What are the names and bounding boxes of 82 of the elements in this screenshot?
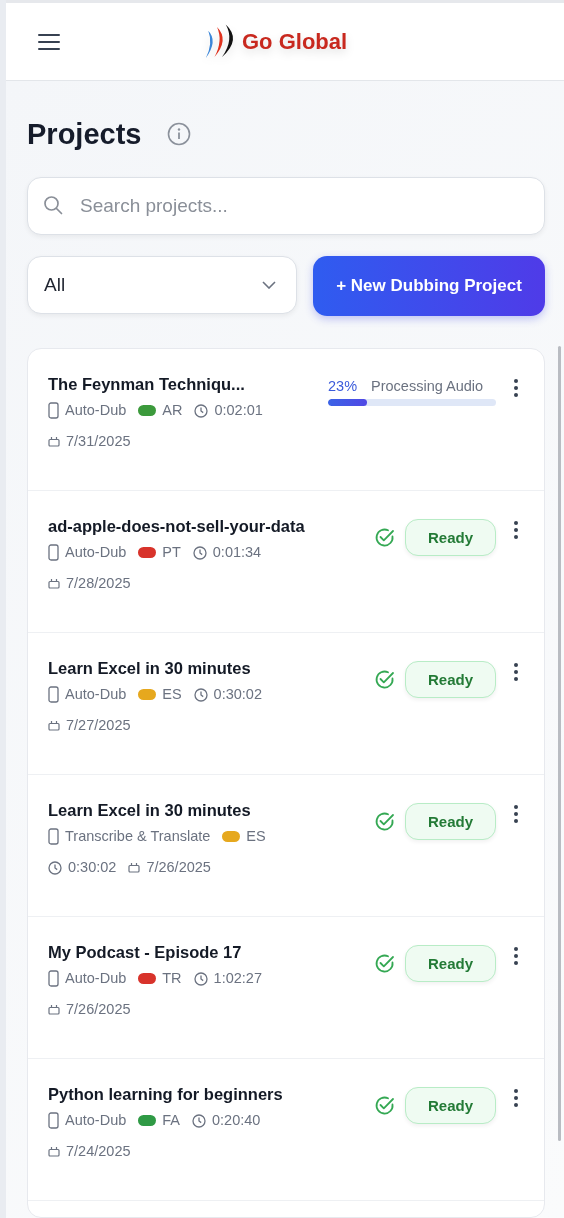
chevron-down-icon [262, 281, 276, 289]
progress-percent: 23% [328, 377, 358, 395]
language-code: ES [162, 685, 182, 704]
mode-label: Transcribe & Translate [65, 827, 211, 846]
project-row[interactable]: Learn Excel in 30 minutes Transcribe & Translate ES 0:30:02 7/26/2025 Ready [28, 775, 544, 917]
search-field[interactable]: Search projects... [27, 177, 545, 235]
date-label: 7/26/2025 [66, 1000, 131, 1019]
language-code: ES [246, 827, 266, 846]
kebab-icon [514, 805, 518, 823]
project-row[interactable]: My Podcast - Episode 17 Auto-Dub TR 1:02:27 7/26/2025 Ready [28, 917, 544, 1059]
status-badge: Ready [404, 945, 496, 982]
clock-icon [192, 545, 207, 560]
duration-label: 0:30:02 [213, 685, 262, 704]
clock-icon [192, 1113, 206, 1128]
kebab-icon [514, 379, 518, 397]
duration-label: 0:30:02 [68, 858, 117, 877]
device-icon [48, 544, 59, 561]
check-circle-icon [373, 1095, 395, 1116]
duration-label: 1:02:27 [213, 969, 262, 988]
project-title[interactable]: My Podcast - Episode 17 [48, 941, 374, 963]
clock-icon [193, 687, 208, 702]
kebab-icon [514, 521, 518, 539]
device-icon [48, 970, 59, 987]
mode-label: Auto-Dub [65, 543, 127, 562]
mode-label: Auto-Dub [65, 685, 127, 704]
check-circle-icon [373, 527, 395, 548]
date-label: 7/28/2025 [66, 574, 131, 593]
date-label: 7/24/2025 [66, 1142, 131, 1161]
duration-label: 0:20:40 [212, 1111, 261, 1130]
scrollbar-thumb[interactable] [558, 346, 561, 1141]
project-title[interactable]: The Feynman Techniqu... [48, 373, 316, 395]
language-code: AR [162, 401, 183, 420]
filter-dropdown[interactable]: All [27, 256, 297, 314]
kebab-icon [514, 947, 518, 965]
status-badge: Ready [404, 519, 496, 556]
new-project-button[interactable]: + New Dubbing Project [313, 256, 545, 316]
calendar-icon [48, 1146, 60, 1157]
project-title[interactable]: ad-apple-does-not-sell-your-data [48, 515, 374, 537]
language-code: TR [162, 969, 182, 988]
info-icon[interactable] [167, 122, 192, 146]
kebab-icon [514, 1089, 518, 1107]
status-badge: Ready [404, 1087, 496, 1124]
calendar-icon [128, 862, 141, 873]
check-circle-icon [373, 953, 395, 974]
date-label: 7/31/2025 [66, 432, 131, 451]
clock-icon [48, 860, 62, 875]
mode-label: Auto-Dub [65, 969, 127, 988]
status-label: Processing Audio [371, 377, 484, 395]
status-badge: Ready [404, 661, 496, 698]
device-icon [48, 402, 59, 419]
date-label: 7/27/2025 [66, 716, 131, 735]
mode-label: Auto-Dub [65, 1111, 127, 1130]
project-title[interactable]: Learn Excel in 30 minutes [48, 657, 374, 679]
project-row[interactable]: Python learning for beginners Auto-Dub FA 0:20:40 7/24/2025 Ready [28, 1059, 544, 1201]
project-title[interactable]: Python learning for beginners [48, 1083, 374, 1105]
calendar-icon [48, 1004, 60, 1015]
project-row[interactable]: Learn Excel in 30 minutes Auto-Dub ES 0:30:02 7/27/2025 Ready [28, 633, 544, 775]
page-title: Projects [27, 117, 142, 151]
device-icon [48, 1112, 59, 1129]
date-label: 7/26/2025 [146, 858, 211, 877]
check-circle-icon [373, 669, 395, 690]
kebab-icon [514, 663, 518, 681]
device-icon [48, 686, 59, 703]
language-code: PT [162, 543, 181, 562]
status-badge: Ready [404, 803, 496, 840]
calendar-icon [48, 436, 60, 447]
calendar-icon [48, 578, 60, 589]
project-row[interactable]: ad-apple-does-not-sell-your-data Auto-Dub PT 0:01:34 7/28/2025 Ready [28, 491, 544, 633]
project-title[interactable]: Learn Excel in 30 minutes [48, 799, 374, 821]
search-icon [43, 195, 63, 215]
mode-label: Auto-Dub [65, 401, 127, 420]
clock-icon [193, 971, 208, 986]
duration-label: 0:02:01 [214, 401, 263, 420]
check-circle-icon [373, 811, 395, 832]
calendar-icon [48, 720, 60, 731]
project-row[interactable]: The Feynman Techniqu... Auto-Dub AR 0:02:01 7/31/2025 23% Processing Audio [28, 349, 544, 491]
logo-text: Go Global [242, 29, 348, 55]
menu-icon[interactable] [38, 32, 60, 51]
device-icon [48, 828, 59, 845]
language-code: FA [162, 1111, 180, 1130]
clock-icon [194, 403, 209, 418]
duration-label: 0:01:34 [212, 543, 262, 562]
